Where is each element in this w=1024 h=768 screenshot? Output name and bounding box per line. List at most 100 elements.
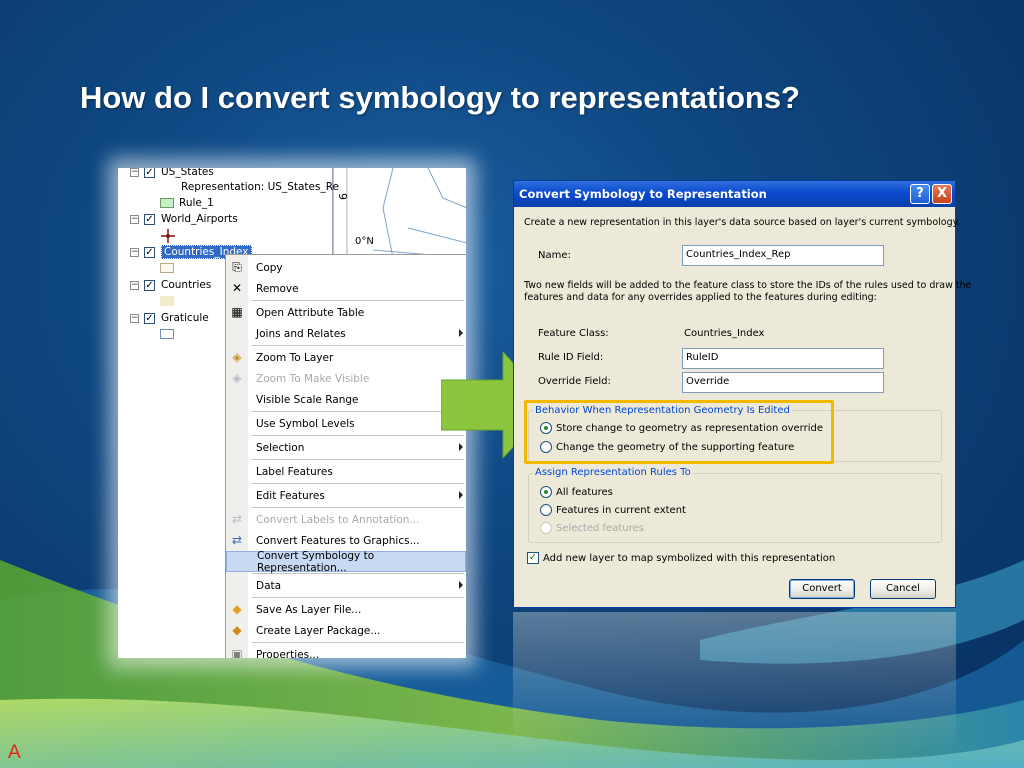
menu-item-label: Remove bbox=[256, 282, 299, 295]
layer-name: US_States bbox=[161, 168, 214, 178]
dialog-titlebar[interactable]: Convert Symbology to Representation ? X bbox=[514, 181, 955, 207]
menu-item-label: Visible Scale Range bbox=[256, 393, 359, 406]
override-input[interactable]: Override bbox=[682, 372, 884, 393]
layer-context-menu: ⎘ Copy ✕ Remove ▦ Open Attribute Table J… bbox=[225, 254, 466, 658]
toc-graticule-swatch bbox=[160, 326, 179, 342]
rule-id-label: Rule ID Field: bbox=[538, 352, 604, 363]
help-button[interactable]: ? bbox=[910, 184, 930, 204]
radio-label: All features bbox=[556, 486, 613, 498]
menu-item-use-symbol-levels[interactable]: Use Symbol Levels bbox=[226, 413, 466, 434]
toc-layer-countries[interactable]: − ✓ Countries bbox=[130, 277, 211, 293]
name-label: Name: bbox=[538, 250, 571, 261]
menu-separator bbox=[252, 573, 464, 574]
menu-item-remove[interactable]: ✕ Remove bbox=[226, 278, 466, 299]
menu-item-properties[interactable]: ▣ Properties... bbox=[226, 644, 466, 658]
menu-item-label-features[interactable]: Label Features bbox=[226, 461, 466, 482]
menu-item-label: Data bbox=[256, 579, 282, 592]
menu-item-label: Convert Labels to Annotation... bbox=[256, 513, 420, 526]
menu-separator bbox=[252, 597, 464, 598]
layer-name: World_Airports bbox=[161, 213, 238, 225]
collapse-icon[interactable]: − bbox=[130, 214, 139, 224]
convert-button[interactable]: Convert bbox=[789, 579, 855, 599]
menu-separator bbox=[252, 507, 464, 508]
toc-countries-index-swatch bbox=[160, 260, 179, 276]
layer-visibility-checkbox[interactable]: ✓ bbox=[144, 168, 155, 178]
menu-separator bbox=[252, 345, 464, 346]
menu-item-label: Create Layer Package... bbox=[256, 624, 381, 637]
dialog-title: Convert Symbology to Representation bbox=[519, 187, 767, 201]
menu-separator bbox=[252, 642, 464, 643]
add-layer-checkbox[interactable]: ✓ bbox=[527, 552, 539, 564]
menu-item-label: Selection bbox=[256, 441, 305, 454]
name-input[interactable]: Countries_Index_Rep bbox=[682, 245, 884, 266]
menu-item-convert-features-to-graphics[interactable]: ⇄ Convert Features to Graphics... bbox=[226, 530, 466, 551]
cancel-button[interactable]: Cancel bbox=[870, 579, 936, 599]
menu-item-data[interactable]: Data bbox=[226, 575, 466, 596]
toc-airport-symbol bbox=[160, 228, 176, 244]
submenu-arrow-icon bbox=[459, 329, 463, 337]
radio-label: Selected features bbox=[556, 522, 644, 534]
table-icon: ▦ bbox=[231, 305, 243, 319]
menu-item-zoom-to-make-visible[interactable]: ◈ Zoom To Make Visible bbox=[226, 368, 466, 389]
menu-item-visible-scale-range[interactable]: Visible Scale Range bbox=[226, 389, 466, 410]
close-button[interactable]: X bbox=[932, 184, 952, 204]
menu-item-save-as-layer-file[interactable]: ◆ Save As Layer File... bbox=[226, 599, 466, 620]
radio-disabled-icon bbox=[540, 522, 552, 534]
menu-item-label: Convert Features to Graphics... bbox=[256, 534, 420, 547]
menu-item-zoom-to-layer[interactable]: ◈ Zoom To Layer bbox=[226, 347, 466, 368]
layer-visibility-checkbox[interactable]: ✓ bbox=[144, 246, 155, 258]
radio-label: Features in current extent bbox=[556, 504, 686, 516]
radio-selected-icon[interactable] bbox=[540, 486, 552, 498]
map-graticule bbox=[332, 168, 466, 269]
menu-item-convert-symbology[interactable]: Convert Symbology to Representation... bbox=[226, 550, 466, 574]
fields-note-line2: features and data for any overrides appl… bbox=[524, 292, 877, 303]
feature-class-value: Countries_Index bbox=[684, 328, 765, 339]
map-view-strip: 6 0°N bbox=[332, 168, 466, 269]
layer-package-icon: ◆ bbox=[232, 623, 242, 637]
collapse-icon[interactable]: − bbox=[130, 313, 139, 323]
convert-symbology-dialog: Convert Symbology to Representation ? X … bbox=[513, 180, 971, 608]
menu-item-copy[interactable]: ⎘ Copy bbox=[226, 257, 466, 278]
zoom-layer-icon: ◈ bbox=[232, 350, 242, 364]
toc-layer-graticule[interactable]: − ✓ Graticule bbox=[130, 310, 209, 326]
menu-item-selection[interactable]: Selection bbox=[226, 437, 466, 458]
menu-item-edit-features[interactable]: Edit Features bbox=[226, 485, 466, 506]
add-layer-checkbox-row[interactable]: ✓ Add new layer to map symbolized with t… bbox=[527, 552, 835, 564]
menu-item-convert-labels[interactable]: ⇄ Convert Labels to Annotation... bbox=[226, 509, 466, 530]
submenu-arrow-icon bbox=[459, 491, 463, 499]
toc-layer-world-airports[interactable]: − ✓ World_Airports bbox=[130, 211, 238, 227]
layer-visibility-checkbox[interactable]: ✓ bbox=[144, 213, 155, 225]
slide-title: How do I convert symbology to representa… bbox=[80, 80, 800, 115]
assign-option-all[interactable]: All features bbox=[540, 486, 613, 498]
menu-item-label: Save As Layer File... bbox=[256, 603, 362, 616]
dialog-reflection bbox=[513, 612, 956, 752]
override-label: Override Field: bbox=[538, 376, 611, 387]
menu-item-open-attribute-table[interactable]: ▦ Open Attribute Table bbox=[226, 302, 466, 323]
menu-separator bbox=[252, 411, 464, 412]
fill-swatch-icon bbox=[160, 296, 174, 306]
menu-item-joins-relates[interactable]: Joins and Relates bbox=[226, 323, 466, 344]
collapse-icon[interactable]: − bbox=[130, 280, 139, 290]
layer-visibility-checkbox[interactable]: ✓ bbox=[144, 279, 155, 291]
fill-swatch-icon bbox=[160, 263, 174, 273]
menu-item-create-layer-package[interactable]: ◆ Create Layer Package... bbox=[226, 620, 466, 641]
toc-rule-row: Rule_1 bbox=[160, 195, 214, 211]
layer-visibility-checkbox[interactable]: ✓ bbox=[144, 312, 155, 324]
save-layer-icon: ◆ bbox=[232, 602, 242, 616]
rule-id-input[interactable]: RuleID bbox=[682, 348, 884, 369]
representation-label: Representation: US_States_Re bbox=[181, 181, 340, 193]
assign-option-selected[interactable]: Selected features bbox=[540, 522, 644, 534]
collapse-icon[interactable]: − bbox=[130, 247, 139, 257]
toc-screenshot: 6 0°N − ✓ US_States Representation: US_S… bbox=[118, 168, 466, 658]
menu-item-label: Label Features bbox=[256, 465, 333, 478]
radio-unselected-icon[interactable] bbox=[540, 504, 552, 516]
zoom-visible-icon: ◈ bbox=[232, 371, 242, 385]
layer-name: Graticule bbox=[161, 312, 209, 324]
submenu-arrow-icon bbox=[459, 581, 463, 589]
collapse-icon[interactable]: − bbox=[130, 168, 139, 177]
dialog-intro: Create a new representation in this laye… bbox=[524, 217, 960, 228]
airplane-icon bbox=[161, 229, 175, 243]
assign-option-extent[interactable]: Features in current extent bbox=[540, 504, 686, 516]
rule-label: Rule_1 bbox=[179, 197, 214, 209]
convert-graphics-icon: ⇄ bbox=[231, 533, 243, 547]
